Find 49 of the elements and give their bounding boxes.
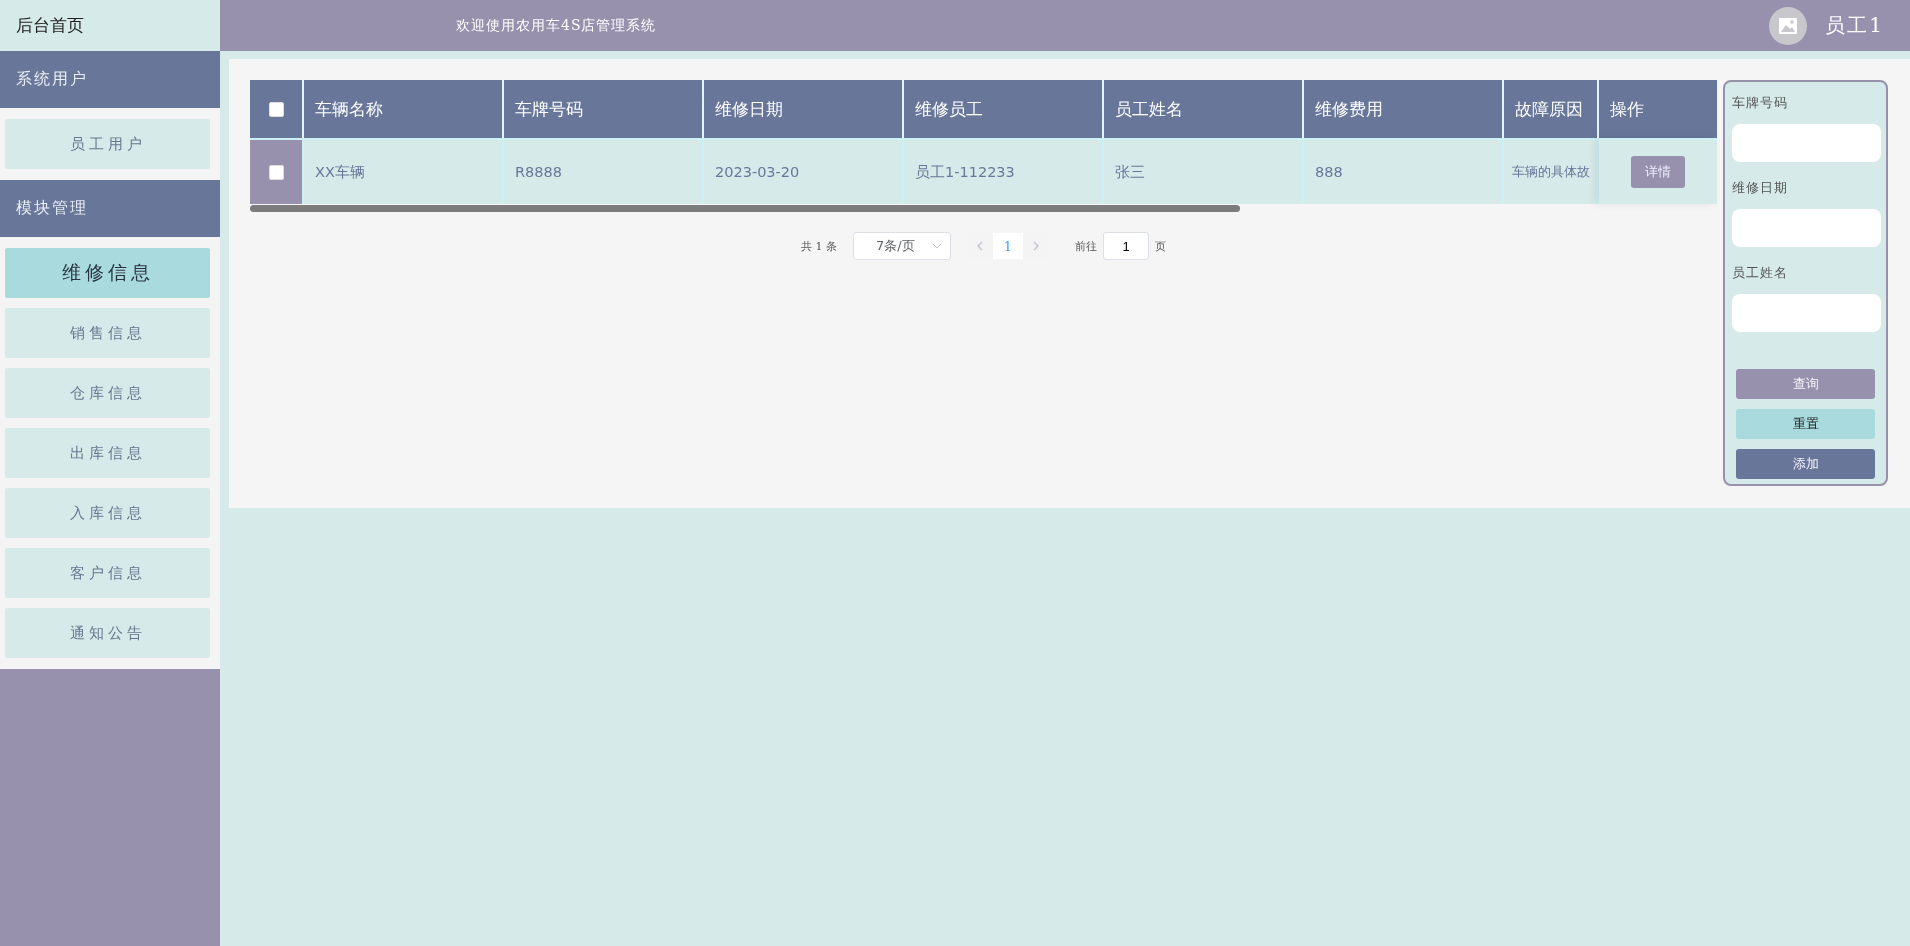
sidebar-item[interactable]: 仓库信息: [5, 368, 210, 418]
sidebar-item[interactable]: 客户信息: [5, 548, 210, 598]
menu-group-header[interactable]: 系统用户: [0, 51, 220, 108]
sidebar-item[interactable]: 入库信息: [5, 488, 210, 538]
sidebar-item[interactable]: 通知公告: [5, 608, 210, 658]
table-cell: 车辆的具体故: [1504, 138, 1599, 204]
goto-label: 前往: [1075, 238, 1097, 254]
checkbox[interactable]: [268, 164, 284, 180]
page-size-select[interactable]: 7条/页: [853, 232, 951, 260]
sidebar-item[interactable]: 销售信息: [5, 308, 210, 358]
chevron-down-icon: [932, 243, 942, 249]
field-label: 车牌号码: [1732, 94, 1789, 112]
column-header: 操作: [1599, 80, 1717, 138]
input-field[interactable]: [1732, 124, 1881, 162]
scrollbar[interactable]: [250, 205, 1240, 212]
menu-group-header[interactable]: 模块管理: [0, 180, 220, 237]
sidebar-item[interactable]: 员工用户: [5, 119, 210, 169]
table-cell: 张三: [1104, 138, 1304, 204]
details-button[interactable]: 详情: [1631, 156, 1685, 188]
input-field[interactable]: [1732, 294, 1881, 332]
table-cell: 888: [1304, 138, 1504, 204]
table-cell: 2023-03-20: [704, 138, 904, 204]
input-field[interactable]: [1732, 209, 1881, 247]
column-header: 维修日期: [704, 80, 904, 138]
page-number[interactable]: 1: [993, 233, 1023, 259]
user-name[interactable]: 员工1: [1825, 12, 1884, 39]
column-header: 车辆名称: [304, 80, 504, 138]
column-header: 员工姓名: [1104, 80, 1304, 138]
system-title: 欢迎使用农用车4S店管理系统: [456, 16, 658, 35]
page-input[interactable]: 1: [1103, 232, 1149, 260]
checkbox[interactable]: [268, 101, 284, 117]
sidebar-item[interactable]: 维修信息: [5, 248, 210, 298]
add-button[interactable]: 添加: [1736, 449, 1875, 479]
page-suffix: 页: [1155, 238, 1166, 254]
total-count: 共 1 条: [801, 238, 837, 254]
sidebar-item[interactable]: 出库信息: [5, 428, 210, 478]
column-header: 维修员工: [904, 80, 1104, 138]
table-cell: XX车辆: [304, 138, 504, 204]
table-cell: 员工1-112233: [904, 138, 1104, 204]
column-header: 故障原因: [1504, 80, 1599, 138]
home-link[interactable]: 后台首页: [0, 0, 220, 51]
field-label: 维修日期: [1732, 179, 1789, 197]
column-header: 车牌号码: [504, 80, 704, 138]
reset-button[interactable]: 重置: [1736, 409, 1875, 439]
search-button[interactable]: 查询: [1736, 369, 1875, 399]
field-label: 员工姓名: [1732, 264, 1789, 282]
column-header: 维修费用: [1304, 80, 1504, 138]
table-cell: R8888: [504, 138, 704, 204]
image-avatar-icon[interactable]: [1769, 6, 1808, 45]
